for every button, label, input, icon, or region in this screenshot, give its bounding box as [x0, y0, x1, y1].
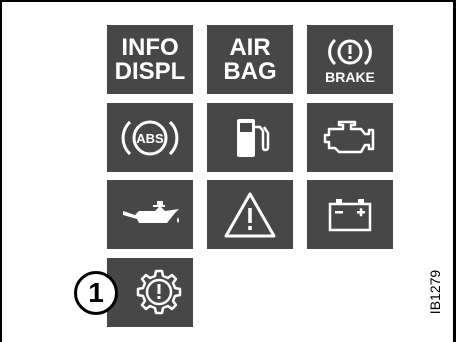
reference-code: IB1279: [419, 262, 451, 322]
warning-triangle-icon: [224, 192, 276, 237]
callout-number-1: 1: [74, 271, 118, 315]
abs-warning-icon: ABS: [121, 120, 179, 155]
airbag-line1: AIR: [229, 33, 271, 61]
gear-warning-icon: [136, 269, 182, 314]
general-warning-tile: [207, 180, 293, 249]
brake-label: BRAKE: [325, 69, 375, 85]
info-display-line2: DISPL: [114, 57, 186, 85]
airbag-line2: BAG: [223, 57, 277, 85]
reference-code-label: IB1279: [427, 269, 443, 315]
frame-left-border: [0, 0, 2, 342]
engine-tile: [307, 103, 393, 172]
brake-tile: BRAKE: [307, 25, 393, 94]
oil-pressure-tile: [107, 180, 193, 249]
brake-warning-icon: [328, 38, 372, 66]
fuel-pump-icon: [237, 118, 270, 157]
callout-number-label: 1: [88, 277, 104, 308]
transmission-warning-tile: [107, 258, 193, 327]
oil-can-icon: [123, 200, 179, 223]
abs-tile: ABS: [107, 103, 193, 172]
fuel-tile: [207, 103, 293, 172]
battery-icon: [328, 198, 372, 231]
battery-tile: [307, 180, 393, 249]
frame-top-border: [0, 0, 456, 2]
airbag-tile: AIR BAG: [207, 25, 293, 94]
engine-check-icon: [323, 120, 375, 153]
info-display-line1: INFO: [121, 33, 179, 61]
abs-label: ABS: [136, 131, 164, 146]
info-display-tile: INFO DISPL: [107, 25, 193, 94]
